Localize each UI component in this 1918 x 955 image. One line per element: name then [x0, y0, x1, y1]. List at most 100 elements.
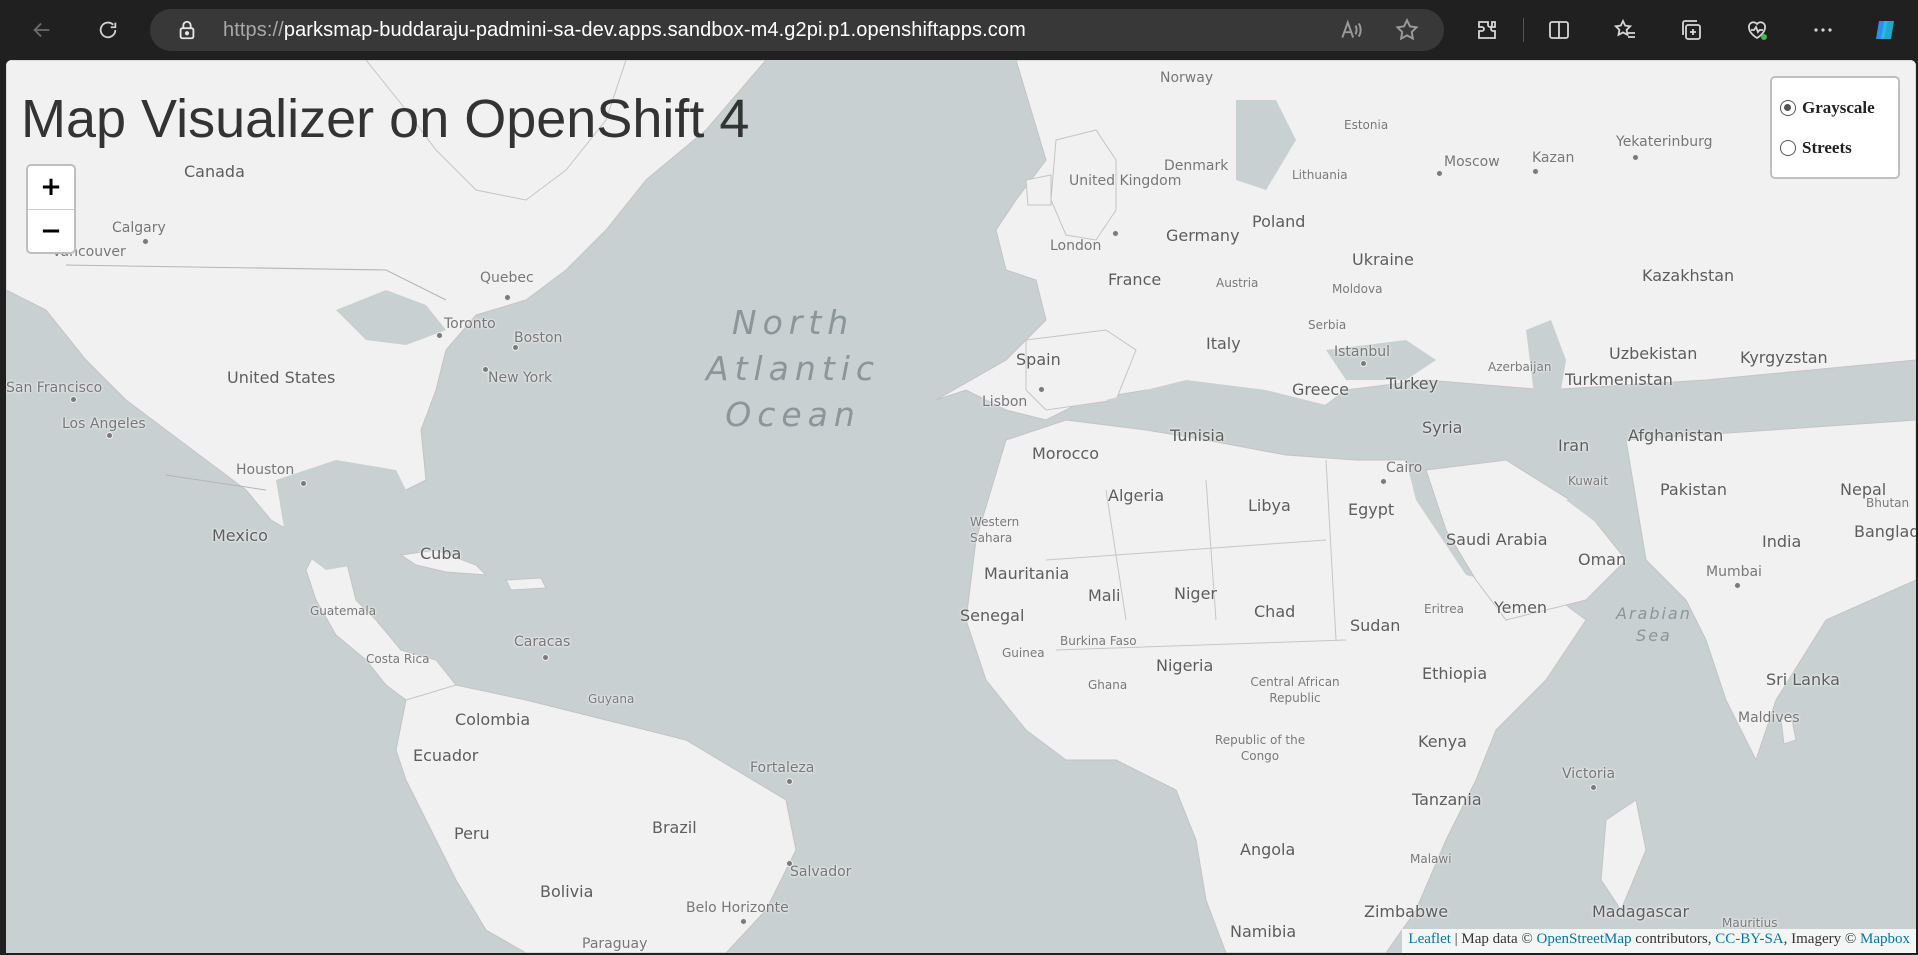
- layer-option-streets[interactable]: Streets: [1780, 128, 1890, 168]
- country-label: Turkmenistan: [1565, 370, 1673, 389]
- country-label: Kuwait: [1568, 474, 1609, 488]
- country-label: Pakistan: [1660, 480, 1727, 499]
- sea-label: Arabian Sea: [1616, 604, 1692, 645]
- city-label: Paraguay: [582, 936, 648, 952]
- country-label: Ukraine: [1352, 250, 1414, 269]
- country-label: Austria: [1216, 276, 1259, 290]
- country-label: Costa Rica: [366, 652, 430, 666]
- city-marker: [740, 918, 747, 925]
- country-label: Mexico: [212, 526, 268, 545]
- country-label: United Kingdom: [1069, 173, 1182, 189]
- country-label: Republic of the Congo: [1214, 733, 1306, 763]
- country-label: Angola: [1240, 840, 1296, 859]
- country-label: Sri Lanka: [1766, 670, 1840, 689]
- country-label: Guinea: [1002, 646, 1045, 660]
- country-label: Western Sahara: [970, 515, 1020, 545]
- country-label: Malawi: [1410, 852, 1452, 866]
- city-label: Moscow: [1444, 154, 1500, 170]
- city-label: Mumbai: [1706, 564, 1762, 580]
- radio-streets[interactable]: [1780, 140, 1796, 156]
- toolbar-divider: [1523, 18, 1524, 42]
- leaflet-link[interactable]: Leaflet: [1408, 931, 1450, 947]
- zoom-out-button[interactable]: −: [28, 209, 74, 252]
- refresh-icon[interactable]: [90, 12, 126, 48]
- country-label: Ethiopia: [1422, 664, 1488, 683]
- browser-essentials-icon[interactable]: [1740, 13, 1774, 47]
- country-label: Denmark: [1164, 158, 1229, 174]
- city-label: Kazan: [1532, 150, 1575, 166]
- license-link[interactable]: CC-BY-SA: [1715, 931, 1783, 947]
- country-label: United States: [227, 368, 336, 387]
- city-marker: [1532, 168, 1539, 175]
- openstreetmap-link[interactable]: OpenStreetMap: [1537, 931, 1632, 947]
- country-label: Nigeria: [1156, 656, 1214, 675]
- city-marker: [106, 432, 113, 439]
- favorite-star-icon[interactable]: [1394, 17, 1420, 43]
- country-label: Saudi Arabia: [1446, 530, 1548, 549]
- country-label: Sudan: [1350, 616, 1401, 635]
- city-marker: [1380, 478, 1387, 485]
- lock-icon[interactable]: [176, 19, 198, 41]
- city-label: Los Angeles: [62, 416, 146, 432]
- country-label: Moldova: [1332, 282, 1383, 296]
- country-label: Niger: [1174, 584, 1217, 603]
- city-marker: [1112, 230, 1119, 237]
- map-tiles[interactable]: [6, 60, 1916, 953]
- zoom-control: + −: [26, 164, 76, 254]
- city-marker: [1632, 154, 1639, 161]
- url-text[interactable]: https://parksmap-buddaraju-padmini-sa-de…: [223, 19, 1026, 42]
- city-label: Yekaterinburg: [1616, 134, 1713, 150]
- collections-icon[interactable]: [1674, 13, 1708, 47]
- city-label: Quebec: [480, 270, 534, 286]
- zoom-in-button[interactable]: +: [28, 166, 74, 209]
- country-label: Kenya: [1418, 732, 1467, 751]
- radio-grayscale[interactable]: [1780, 100, 1796, 116]
- country-label: Iran: [1558, 436, 1590, 455]
- country-label: Brazil: [652, 818, 697, 837]
- city-label: Istanbul: [1334, 344, 1391, 360]
- country-label: Tunisia: [1170, 426, 1225, 445]
- city-marker: [70, 396, 77, 403]
- page-title: Map Visualizer on OpenShift 4: [21, 89, 750, 149]
- country-label: Lithuania: [1292, 168, 1348, 182]
- country-label: Kazakhstan: [1642, 266, 1735, 285]
- country-label: Syria: [1422, 418, 1463, 437]
- country-label: Guatemala: [310, 604, 377, 618]
- more-icon[interactable]: [1806, 13, 1840, 47]
- city-marker: [300, 480, 307, 487]
- city-label: Victoria: [1562, 766, 1616, 782]
- country-label: Central African Republic: [1250, 675, 1340, 705]
- address-bar[interactable]: https://parksmap-buddaraju-padmini-sa-de…: [150, 9, 1444, 51]
- country-label: Afghanistan: [1628, 426, 1724, 445]
- country-label: Guyana: [588, 692, 635, 706]
- favorites-icon[interactable]: [1608, 13, 1642, 47]
- attribution-text: , Imagery ©: [1783, 931, 1860, 947]
- country-label: Peru: [454, 824, 490, 843]
- ocean-label: North Atlantic Ocean: [706, 303, 881, 434]
- mapbox-link[interactable]: Mapbox: [1860, 931, 1910, 947]
- city-label: New York: [488, 370, 553, 386]
- country-label: Germany: [1166, 226, 1240, 245]
- country-label: Italy: [1206, 334, 1241, 353]
- map-container[interactable]: North Atlantic Ocean Arabian Sea Canada Uni…: [6, 60, 1916, 953]
- country-label: Bhutan: [1866, 496, 1910, 510]
- extensions-icon[interactable]: [1470, 13, 1504, 47]
- copilot-icon[interactable]: [1868, 13, 1902, 47]
- country-label: Eritrea: [1424, 602, 1464, 616]
- read-aloud-icon[interactable]: [1338, 17, 1364, 43]
- country-label: Chad: [1254, 602, 1296, 621]
- country-label: Namibia: [1230, 922, 1297, 941]
- layer-option-grayscale[interactable]: Grayscale: [1780, 88, 1890, 128]
- country-label: Azerbaijan: [1488, 360, 1552, 374]
- city-marker: [542, 654, 549, 661]
- city-label: Calgary: [112, 220, 166, 236]
- back-icon[interactable]: [24, 12, 60, 48]
- country-label: Bolivia: [540, 882, 594, 901]
- country-label: Tanzania: [1412, 790, 1482, 809]
- country-label: Maldives: [1738, 710, 1800, 726]
- city-marker: [436, 332, 443, 339]
- city-marker: [786, 860, 793, 867]
- country-label: Zimbabwe: [1364, 902, 1449, 921]
- split-screen-icon[interactable]: [1542, 13, 1576, 47]
- country-label: Oman: [1578, 550, 1627, 569]
